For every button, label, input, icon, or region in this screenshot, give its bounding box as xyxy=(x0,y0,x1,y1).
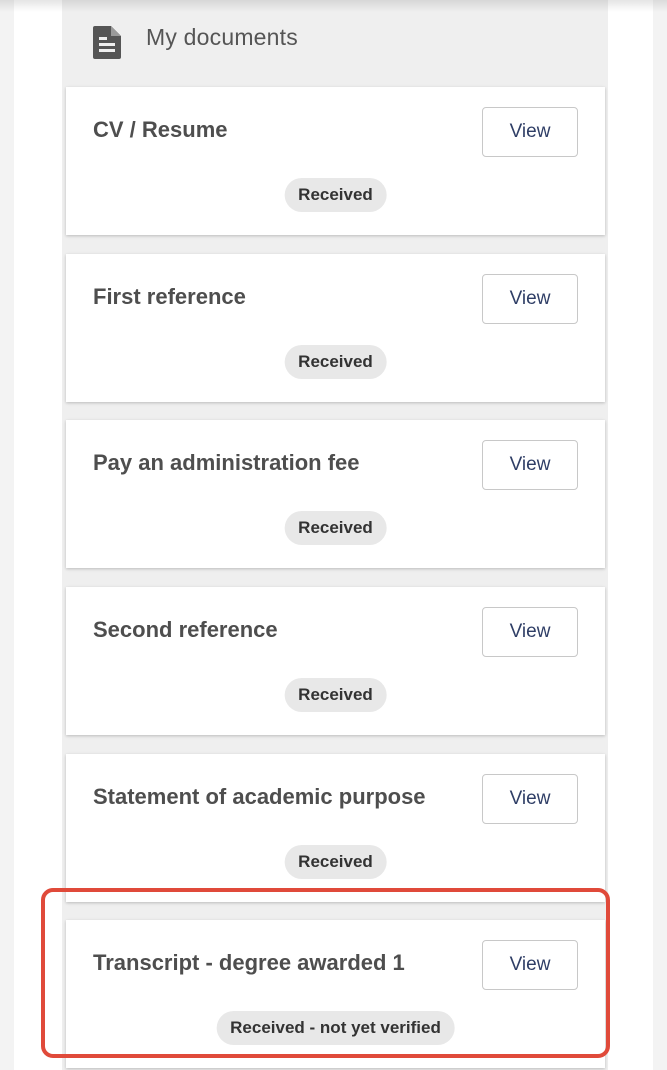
status-badge: Received xyxy=(284,178,387,212)
document-title: Second reference xyxy=(93,617,278,642)
document-title: Statement of academic purpose xyxy=(93,784,426,809)
view-button-admin-fee[interactable]: View xyxy=(482,440,578,490)
section-title: My documents xyxy=(146,24,298,50)
document-card-first-reference: First reference View Received xyxy=(66,254,605,402)
view-button-first-reference[interactable]: View xyxy=(482,274,578,324)
status-badge: Received xyxy=(284,345,387,379)
document-card-second-reference: Second reference View Received xyxy=(66,587,605,735)
document-icon xyxy=(92,24,124,60)
status-badge: Received xyxy=(284,845,387,879)
view-button-statement[interactable]: View xyxy=(482,774,578,824)
view-button-second-reference[interactable]: View xyxy=(482,607,578,657)
document-card-admin-fee: Pay an administration fee View Received xyxy=(66,420,605,568)
document-card-statement: Statement of academic purpose View Recei… xyxy=(66,754,605,902)
document-title: CV / Resume xyxy=(93,117,228,142)
page: My documents CV / Resume View Received F… xyxy=(0,0,667,1070)
highlight-box xyxy=(41,888,610,1058)
document-card-cv: CV / Resume View Received xyxy=(66,87,605,235)
document-title: First reference xyxy=(93,284,246,309)
view-button-cv[interactable]: View xyxy=(482,107,578,157)
documents-header: My documents xyxy=(62,0,608,84)
status-badge: Received xyxy=(284,678,387,712)
document-title: Pay an administration fee xyxy=(93,450,360,475)
status-badge: Received xyxy=(284,511,387,545)
